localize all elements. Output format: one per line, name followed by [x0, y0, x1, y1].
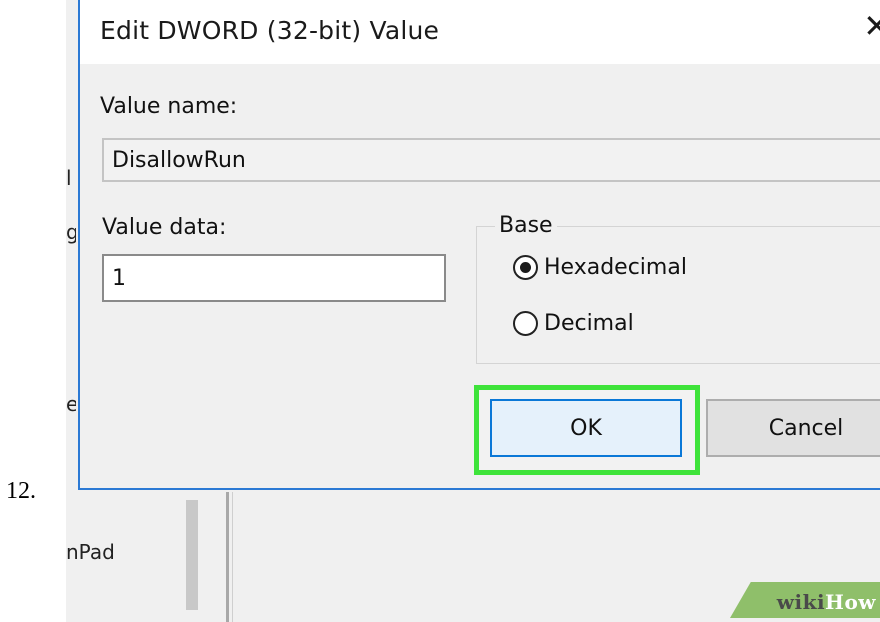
radio-unselected-icon[interactable]: [513, 311, 538, 336]
value-data-field[interactable]: 1: [102, 254, 446, 302]
background-pane-divider-edge: [232, 492, 233, 622]
screenshot: l g e nPad Edit DWORD (32-bit) Value ✕ V…: [66, 0, 880, 622]
dialog-titlebar: Edit DWORD (32-bit) Value ✕: [80, 0, 880, 64]
background-text-fragment: e: [66, 392, 76, 416]
radio-hexadecimal[interactable]: Hexadecimal: [513, 255, 687, 280]
value-name-field[interactable]: DisallowRun: [102, 138, 880, 182]
close-icon[interactable]: ✕: [863, 10, 880, 42]
dialog-title: Edit DWORD (32-bit) Value: [100, 16, 440, 45]
base-groupbox: Base Hexadecimal Decimal: [476, 213, 880, 364]
ok-button[interactable]: OK: [490, 399, 682, 457]
background-pane-divider: [226, 492, 229, 622]
value-name-label: Value name:: [100, 94, 238, 119]
edit-dword-dialog: Edit DWORD (32-bit) Value ✕ Value name: …: [78, 0, 880, 490]
watermark-wiki: wiki: [776, 590, 826, 614]
radio-decimal-label: Decimal: [544, 311, 634, 336]
background-text-fragment: g: [66, 220, 76, 244]
base-label: Base: [495, 213, 557, 238]
cancel-button[interactable]: Cancel: [706, 399, 880, 457]
step-number: 12.: [6, 478, 36, 504]
background-list-item: nPad: [66, 540, 115, 564]
value-data-label: Value data:: [102, 215, 227, 240]
radio-decimal[interactable]: Decimal: [513, 311, 634, 336]
background-scrollbar: [186, 500, 198, 610]
radio-selected-icon[interactable]: [513, 255, 538, 280]
watermark-how: How: [825, 590, 876, 614]
watermark-logo: wikiHow: [777, 590, 876, 614]
radio-hexadecimal-label: Hexadecimal: [544, 255, 687, 280]
background-text-fragment: l: [66, 166, 72, 190]
